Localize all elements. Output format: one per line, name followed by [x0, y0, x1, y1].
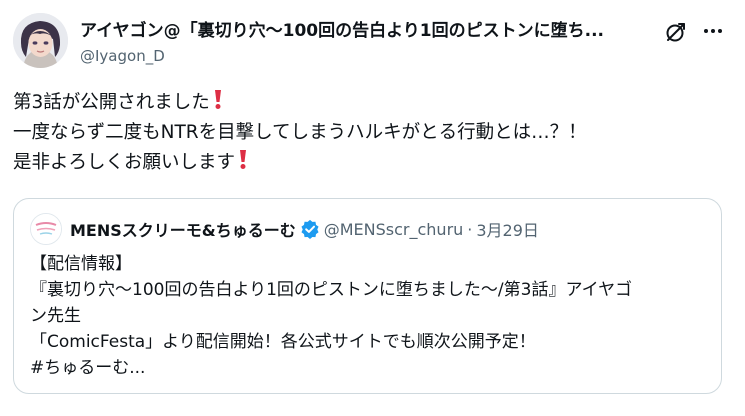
tweet-line: 第3話が公開されました: [13, 88, 733, 118]
exclamation-icon: [240, 150, 247, 169]
quoted-date[interactable]: 3月29日: [476, 217, 539, 241]
avatar-image: [13, 13, 68, 68]
author-handle[interactable]: @Iyagon_D: [80, 46, 165, 66]
quoted-avatar[interactable]: [30, 213, 62, 245]
quoted-header: MENSスクリーモ&ちゅるーむ @MENSscr_churu · 3月29日: [70, 217, 539, 241]
verified-badge-icon: [301, 219, 319, 239]
quoted-line: 【配信情報】: [30, 254, 132, 274]
exclamation-icon: [214, 90, 221, 109]
quoted-author-name[interactable]: MENSスクリーモ&ちゅるーむ: [70, 217, 296, 241]
quoted-line: ン先生: [30, 306, 81, 326]
quoted-line: #ちゅるーむ...: [30, 358, 146, 378]
grok-icon[interactable]: [664, 20, 688, 44]
quoted-author-handle[interactable]: @MENSscr_churu: [324, 220, 464, 239]
quoted-line: 『裏切り穴～100回の告白より1回のピストンに堕ちました～/第3話』アイヤゴ: [30, 280, 633, 300]
quoted-text: 【配信情報】 『裏切り穴～100回の告白より1回のピストンに堕ちました～/第3話…: [30, 251, 710, 381]
tweet-text: 第3話が公開されました 一度ならず二度もNTRを目撃してしまうハルキがとる行動と…: [13, 88, 733, 178]
more-icon[interactable]: [700, 18, 726, 44]
tweet-line-text: 第3話が公開されました: [13, 92, 210, 113]
tweet-line: 一度ならず二度もNTRを目撃してしまうハルキがとる行動とは…？！: [13, 118, 733, 148]
tweet-line: 是非よろしくお願いします: [13, 148, 733, 178]
quoted-tweet[interactable]: MENSスクリーモ&ちゅるーむ @MENSscr_churu · 3月29日 【…: [13, 198, 722, 394]
separator-dot: ·: [467, 219, 473, 239]
quoted-avatar-logo: [31, 214, 61, 244]
author-name[interactable]: アイヤゴン@「裏切り穴～100回の告白より1回のピストンに堕ち...: [80, 20, 640, 42]
avatar[interactable]: [13, 13, 68, 68]
tweet-line-text: 一度ならず二度もNTRを目撃してしまうハルキがとる行動とは…？！: [13, 122, 587, 143]
tweet-line-text: 是非よろしくお願いします: [13, 152, 236, 173]
quoted-line: 「ComicFesta」より配信開始！各公式サイトでも順次公開予定！: [30, 332, 536, 352]
